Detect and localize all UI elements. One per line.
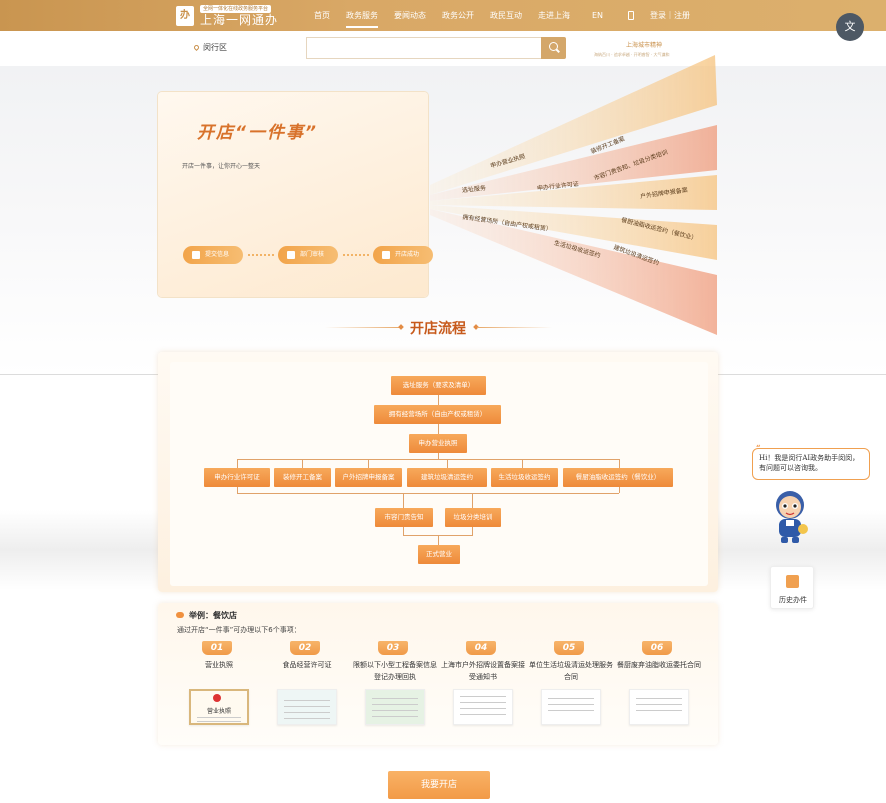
- example-bullet-icon: [176, 612, 184, 618]
- example-item-label: 营业执照: [205, 661, 233, 669]
- shop-icon: [382, 251, 390, 259]
- flow-connector: [237, 459, 619, 460]
- nav-item-news[interactable]: 要闻动态: [386, 0, 434, 31]
- flow-step-signboard-filing[interactable]: 户外招牌申报备案: [335, 468, 402, 487]
- flow-step-waste-training[interactable]: 垃圾分类培训: [445, 508, 501, 527]
- project-filing-thumbnail: [365, 689, 425, 725]
- waste-contract-thumbnail: [541, 689, 601, 725]
- user-icon: [287, 251, 295, 259]
- flow-step-household-waste[interactable]: 生活垃圾收运签约: [491, 468, 558, 487]
- example-item-label: 食品经营许可证: [282, 661, 332, 669]
- nav-item-services[interactable]: 政务服务: [338, 0, 386, 31]
- example-item-number: 03: [378, 641, 408, 655]
- example-subtitle: 通过开店“一件事”可办理以下6个事项：: [177, 626, 301, 634]
- flow-connector: [472, 527, 473, 535]
- flow-step-premises[interactable]: 拥有经营场所（自由产权或租赁）: [374, 405, 501, 424]
- flow-connector: [438, 424, 439, 434]
- document-history-icon: [786, 575, 799, 588]
- step-label: 开店成功: [395, 251, 420, 258]
- open-shop-button[interactable]: 我要开店: [388, 771, 490, 799]
- signboard-notice-thumbnail: [453, 689, 513, 725]
- step-submit-info: 提交信息: [183, 246, 243, 264]
- location-label: 闵行区: [203, 43, 227, 52]
- example-item[interactable]: 03 限额以下小型工程备案信息登记办理回执: [351, 641, 439, 729]
- step-shop-open: 开店成功: [373, 246, 433, 264]
- example-item[interactable]: 04 上海市户外招牌设置备案接受通知书: [439, 641, 527, 729]
- example-item-number: 04: [466, 641, 496, 655]
- nav-item-home[interactable]: 首页: [306, 0, 338, 31]
- location-pin-icon: [192, 43, 201, 52]
- flow-step-construction-waste[interactable]: 建筑垃圾清运签约: [407, 468, 487, 487]
- login-register-link[interactable]: 登录｜注册: [650, 0, 690, 31]
- history-cases-button[interactable]: 历史办件: [770, 566, 814, 609]
- flow-connector: [368, 459, 369, 468]
- step-connector: [248, 254, 274, 256]
- flow-connector: [438, 535, 439, 545]
- flow-connector: [403, 527, 404, 535]
- step-connector: [343, 254, 369, 256]
- logo-title[interactable]: 上海一网通办: [200, 13, 278, 27]
- example-title: 举例：餐饮店: [189, 611, 237, 620]
- flow-connector: [619, 459, 620, 468]
- ai-assistant-avatar-icon[interactable]: [767, 485, 813, 547]
- hero-title: 开店“一件事”: [197, 123, 318, 143]
- history-cases-label: 历史办件: [779, 596, 807, 604]
- emblem-icon: [213, 694, 221, 702]
- flow-connector: [302, 459, 303, 468]
- example-item[interactable]: 05 单位生活垃圾清运处理服务合同: [527, 641, 615, 729]
- example-item-number: 06: [642, 641, 672, 655]
- flow-step-kitchen-oil[interactable]: 餐厨油脂收运签约（餐饮业）: [563, 468, 673, 487]
- food-license-thumbnail: [277, 689, 337, 725]
- logo-subtitle: 全网一体化在线政务服务平台: [200, 5, 272, 13]
- flow-connector: [403, 493, 404, 508]
- mobile-phone-icon[interactable]: [628, 11, 634, 20]
- step-label: 提交信息: [205, 251, 230, 258]
- oil-contract-thumbnail: [629, 689, 689, 725]
- flow-step-open-business[interactable]: 正式营业: [418, 545, 460, 564]
- translate-icon[interactable]: 文: [836, 13, 864, 41]
- nav-item-public[interactable]: 政务公开: [434, 0, 482, 31]
- step-department-review: 部门审核: [278, 246, 338, 264]
- example-item[interactable]: 02 食品经营许可证: [263, 641, 351, 729]
- flow-connector: [237, 459, 238, 468]
- flow-connector: [522, 459, 523, 468]
- bubble-quote-icon: “: [756, 443, 761, 453]
- logo-icon[interactable]: 办: [176, 6, 194, 26]
- example-item-number: 02: [290, 641, 320, 655]
- example-item[interactable]: 06 餐厨废弃油脂收运委托合同: [615, 641, 703, 729]
- process-section-title: 开店流程: [410, 321, 466, 337]
- flow-step-industry-permit[interactable]: 申办行业许可证: [204, 468, 270, 487]
- flow-connector: [447, 459, 448, 468]
- flow-connector: [438, 395, 439, 405]
- example-item-number: 05: [554, 641, 584, 655]
- flow-step-city-appearance[interactable]: 市容门责告知: [375, 508, 433, 527]
- example-item-label: 单位生活垃圾清运处理服务合同: [529, 661, 613, 681]
- business-license-thumbnail: 营业执照: [189, 689, 249, 725]
- ai-assistant-bubble[interactable]: “ Hi！我是闵行AI政务助手闵闵，有问题可以咨询我。: [752, 443, 870, 480]
- example-item-number: 01: [202, 641, 232, 655]
- flow-step-business-license[interactable]: 申办营业执照: [409, 434, 467, 453]
- ai-assistant-text: Hi！我是闵行AI政务助手闵闵，有问题可以咨询我。: [759, 454, 860, 472]
- flow-step-renovation-filing[interactable]: 装修开工备案: [274, 468, 331, 487]
- flow-step-site-selection[interactable]: 选址服务（要求及清单）: [391, 376, 486, 395]
- example-item[interactable]: 01 营业执照 营业执照: [175, 641, 263, 729]
- flow-connector: [619, 487, 620, 493]
- doc-title: 营业执照: [206, 708, 231, 715]
- section-divider-left: [325, 327, 400, 328]
- flow-connector: [237, 493, 619, 494]
- nav-item-interaction[interactable]: 政民互动: [482, 0, 530, 31]
- flow-connector: [472, 493, 473, 508]
- nav-item-shanghai[interactable]: 走进上海: [530, 0, 578, 31]
- step-label: 部门审核: [300, 251, 325, 258]
- section-divider-right: [477, 327, 552, 328]
- hero-subtitle: 开店一件事，让你开心一整天: [182, 163, 261, 170]
- location-selector[interactable]: 闵行区: [192, 42, 227, 53]
- nav-item-english[interactable]: EN: [584, 0, 611, 31]
- example-item-label: 餐厨废弃油脂收运委托合同: [617, 661, 701, 669]
- example-item-label: 上海市户外招牌设置备案接受通知书: [441, 661, 525, 681]
- form-icon: [192, 251, 200, 259]
- example-item-label: 限额以下小型工程备案信息登记办理回执: [353, 661, 437, 681]
- main-nav: 首页 政务服务 要闻动态 政务公开 政民互动 走进上海 EN: [306, 0, 611, 31]
